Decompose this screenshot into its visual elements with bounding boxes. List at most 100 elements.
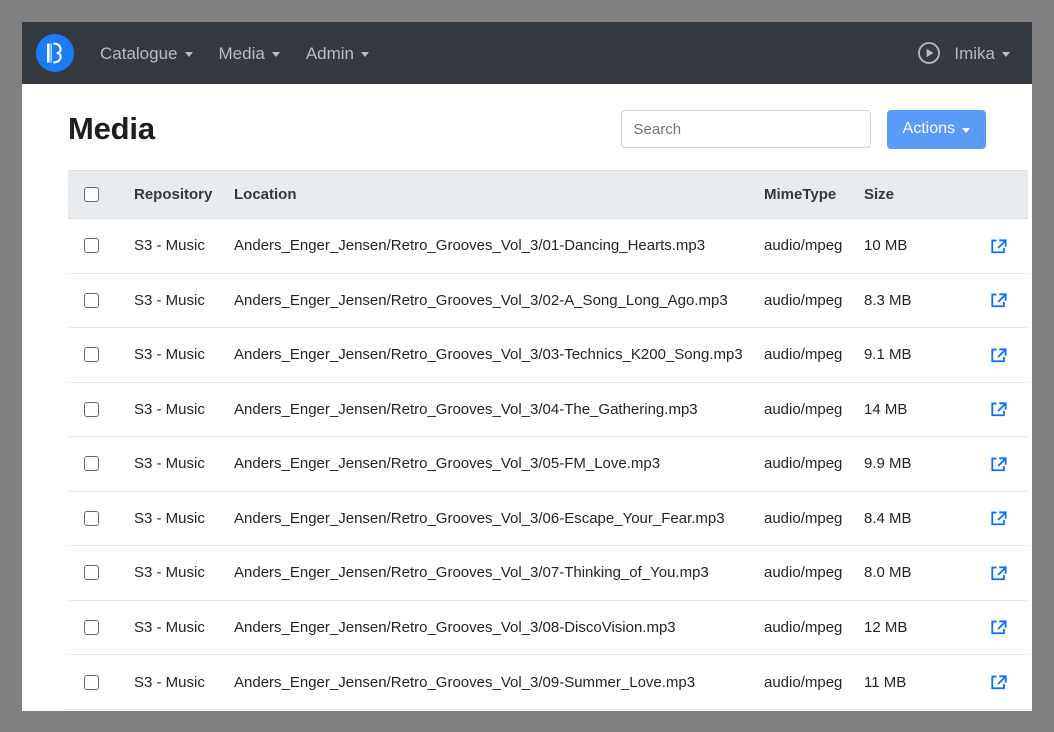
nav-item-media-label: Media [218,43,265,63]
navbar-left-group: Catalogue Media Admin [36,34,370,72]
row-select-cell [68,654,126,710]
cell-actions [956,545,1028,601]
row-select-cell [68,600,126,656]
row-select-cell [68,327,126,383]
cell-actions [956,491,1028,547]
row-checkbox[interactable] [84,401,99,417]
main-content: Media Actions Repository Location MimeTy… [22,84,1032,711]
external-link-icon[interactable] [991,401,1008,418]
external-link-icon[interactable] [991,347,1008,364]
column-header-mimetype[interactable]: MimeType [756,170,856,219]
table-row[interactable]: S3 - Music Anders_Enger_Jensen/Retro_Groo… [68,436,1028,492]
table-row[interactable]: S3 - Music Anders_Enger_Jensen/Retro_Groo… [68,545,1028,601]
cell-actions [956,654,1028,710]
table-row[interactable]: S3 - Music Anders_Enger_Jensen/Retro_Groo… [68,491,1028,547]
cell-location: Anders_Enger_Jensen/Retro_Grooves_Vol_3/… [226,436,756,492]
external-link-icon[interactable] [991,674,1008,691]
external-link-icon[interactable] [991,238,1008,255]
select-all-checkbox[interactable] [84,187,99,202]
table-row[interactable]: S3 - Music Anders_Enger_Jensen/Retro_Groo… [68,654,1028,710]
play-circle-icon[interactable] [918,42,941,64]
cell-mimetype: audio/mpeg [756,218,856,274]
table-header-row: Repository Location MimeType Size [68,170,1028,219]
cell-repository: S3 - Music [126,545,226,601]
brand-logo[interactable] [36,34,74,72]
cell-size: 8.0 MB [856,545,956,601]
cell-mimetype: audio/mpeg [756,327,856,383]
cell-size: 9.1 MB [856,327,956,383]
actions-button-label: Actions [902,120,955,137]
row-select-cell [68,382,126,438]
row-checkbox[interactable] [84,674,99,690]
column-header-size[interactable]: Size [856,170,956,219]
column-header-location[interactable]: Location [226,170,756,219]
row-checkbox[interactable] [84,565,99,581]
chevron-down-icon [184,51,193,57]
external-link-icon[interactable] [991,619,1008,636]
row-checkbox[interactable] [84,238,99,254]
cell-size: 11 MB [856,654,956,710]
cell-mimetype: audio/mpeg [756,491,856,547]
table-row[interactable]: S3 - Music Anders_Enger_Jensen/Retro_Groo… [68,600,1028,656]
row-checkbox[interactable] [84,510,99,526]
cell-mimetype: audio/mpeg [756,273,856,329]
cell-location: Anders_Enger_Jensen/Retro_Grooves_Vol_3/… [226,327,756,383]
cell-location: Anders_Enger_Jensen/Retro_Grooves_Vol_3/… [226,273,756,329]
external-link-icon[interactable] [991,565,1008,582]
cell-actions [956,218,1028,274]
nav-item-media[interactable]: Media [219,45,280,62]
media-table: Repository Location MimeType Size S3 - M… [68,170,1028,710]
column-header-repository[interactable]: Repository [126,170,226,219]
table-row[interactable]: S3 - Music Anders_Enger_Jensen/Retro_Groo… [68,327,1028,383]
cell-mimetype: audio/mpeg [756,654,856,710]
cell-mimetype: audio/mpeg [756,600,856,656]
media-table-body: S3 - Music Anders_Enger_Jensen/Retro_Groo… [68,218,1028,710]
cell-actions [956,273,1028,329]
table-row[interactable]: S3 - Music Anders_Enger_Jensen/Retro_Groo… [68,273,1028,329]
cell-mimetype: audio/mpeg [756,436,856,492]
search-input[interactable] [620,110,871,148]
cell-size: 10 MB [856,218,956,274]
cell-actions [956,436,1028,492]
chevron-down-icon [1002,51,1010,57]
cell-size: 9.9 MB [856,436,956,492]
nav-item-catalogue[interactable]: Catalogue [100,45,193,62]
cell-size: 8.3 MB [856,273,956,329]
cell-repository: S3 - Music [126,436,226,492]
app-viewport: Catalogue Media Admin Imika Media Search… [22,22,1032,711]
navbar-right-group: Imika [918,42,1010,64]
cell-repository: S3 - Music [126,600,226,656]
cell-location: Anders_Enger_Jensen/Retro_Grooves_Vol_3/… [226,218,756,274]
external-link-icon[interactable] [991,510,1008,527]
cell-mimetype: audio/mpeg [756,545,856,601]
row-checkbox[interactable] [84,456,99,472]
page-header-controls: Actions [620,109,986,149]
external-link-icon[interactable] [991,292,1008,309]
row-select-cell [68,436,126,492]
actions-button[interactable]: Actions [886,109,986,149]
cell-repository: S3 - Music [126,491,226,547]
chevron-down-icon [361,51,370,57]
cell-actions [956,327,1028,383]
row-select-cell [68,545,126,601]
cell-location: Anders_Enger_Jensen/Retro_Grooves_Vol_3/… [226,600,756,656]
row-checkbox[interactable] [84,292,99,308]
cell-repository: S3 - Music [126,327,226,383]
select-all-header [68,170,126,219]
table-row[interactable]: S3 - Music Anders_Enger_Jensen/Retro_Groo… [68,382,1028,438]
cell-size: 14 MB [856,382,956,438]
page-header: Media Actions [68,84,986,170]
nav-user-label: Imika [954,43,995,63]
row-checkbox[interactable] [84,619,99,635]
row-checkbox[interactable] [84,347,99,363]
column-header-actions [956,170,1028,219]
nav-item-user-menu[interactable]: Imika [954,45,1010,62]
cell-repository: S3 - Music [126,654,226,710]
cell-repository: S3 - Music [126,273,226,329]
external-link-icon[interactable] [991,456,1008,473]
row-select-cell [68,218,126,274]
table-row[interactable]: S3 - Music Anders_Enger_Jensen/Retro_Groo… [68,218,1028,274]
nav-item-admin-label: Admin [305,43,355,63]
nav-item-catalogue-label: Catalogue [100,43,178,63]
nav-item-admin[interactable]: Admin [305,43,370,63]
